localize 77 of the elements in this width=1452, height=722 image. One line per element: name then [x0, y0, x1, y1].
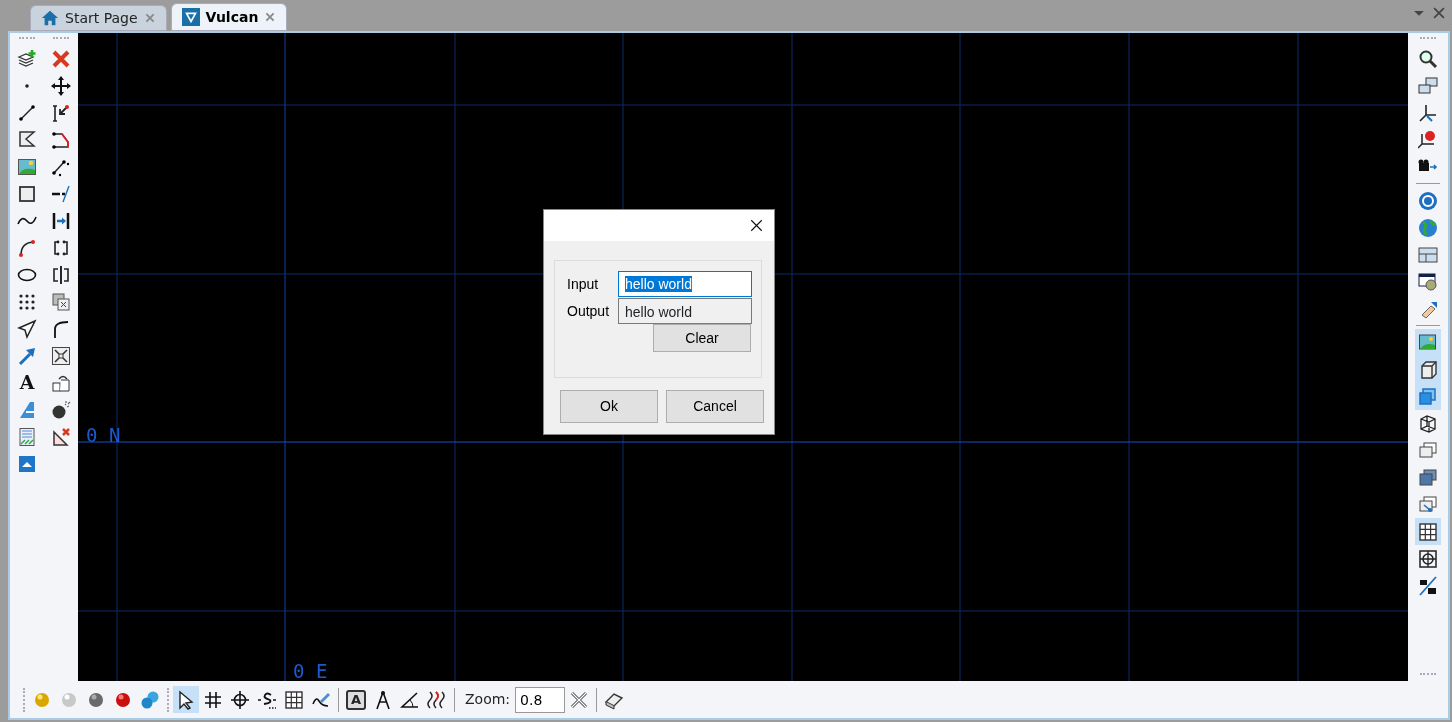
move-icon: [51, 75, 71, 96]
ok-button[interactable]: Ok: [560, 390, 658, 423]
triangle-logo-icon: [181, 8, 200, 26]
tool-button[interactable]: [1415, 329, 1441, 356]
close-icon: [749, 218, 764, 233]
overlap-squares-icon: [1418, 386, 1438, 407]
close-icon: [1432, 6, 1446, 20]
output-label: Output: [567, 302, 610, 321]
hatched-sheet-icon: [17, 426, 37, 447]
output-field: hello world: [618, 298, 752, 324]
compass-icon: [373, 689, 393, 710]
image-icon: [1418, 332, 1438, 353]
delete-icon: [51, 48, 71, 69]
linked-windows-icon: [1418, 494, 1438, 515]
home-icon: [41, 9, 59, 27]
fit-width-icon: [51, 210, 71, 231]
clear-button[interactable]: Clear: [653, 324, 751, 352]
cube-icon: [1418, 359, 1438, 380]
text-tool-glyph: A: [19, 373, 35, 392]
target-icon: [1418, 548, 1438, 569]
north-axis-label: 0 N: [86, 424, 121, 446]
tool-button[interactable]: A: [14, 369, 40, 396]
input-field[interactable]: hello world: [618, 271, 752, 297]
copy-icon: [51, 291, 71, 312]
triangle-delete-icon: [51, 426, 71, 447]
point-icon: [25, 83, 29, 88]
windows-icon: [1418, 75, 1438, 96]
axis-sphere-icon: [1418, 129, 1438, 150]
layers-add-icon: [17, 48, 37, 69]
input-label: Input: [567, 275, 599, 294]
arc-icon: [17, 237, 37, 258]
document-tab[interactable]: Start Page: [30, 5, 167, 31]
zoom-field[interactable]: 0.8: [515, 686, 566, 713]
clear-icon: [569, 689, 590, 710]
crosshair-icon: [230, 689, 250, 710]
mirror-icon: [51, 264, 71, 285]
close-icon: [143, 12, 156, 24]
squiggle-icon: [427, 689, 447, 710]
expand-icon: [51, 345, 71, 366]
close-button[interactable]: [749, 218, 764, 233]
stacked-windows-icon: [1418, 440, 1438, 461]
grid-icon: [284, 689, 304, 710]
polyline-icon: [51, 129, 71, 150]
cut-line-icon: [51, 183, 71, 204]
angle-icon: [400, 689, 420, 710]
window-layout-icon: [1418, 244, 1438, 265]
document-tab[interactable]: Vulcan: [170, 3, 288, 31]
square-icon: [17, 183, 37, 204]
stacked-panels-icon: [1418, 467, 1438, 488]
close-panel-button[interactable]: [1432, 6, 1446, 20]
line-icon: [17, 102, 37, 123]
fillet-icon: [51, 318, 71, 339]
picture-icon: [17, 156, 37, 177]
search-icon: [1418, 48, 1438, 69]
close-icon: [264, 11, 277, 23]
cancel-button[interactable]: Cancel: [666, 390, 764, 423]
bomb-icon: [51, 399, 71, 420]
wireframe-cube-icon: [1418, 413, 1438, 434]
pointer-icon: [17, 318, 37, 339]
grid-icon: [1418, 521, 1438, 542]
axes-icon: [1418, 102, 1438, 123]
circle-badge-icon: [1418, 190, 1438, 211]
scale-icon: [51, 102, 71, 123]
select-arrow-icon: [176, 689, 196, 710]
camera-off-icon: [1418, 575, 1438, 596]
crosshair-grid-icon: [203, 689, 223, 710]
globe-icon: [1418, 217, 1438, 238]
flag-icon: [17, 129, 37, 150]
drawing-canvas[interactable]: 0 N 0 E Input hello world Output hello world Clear Ok Cancel: [78, 33, 1408, 681]
east-axis-label: 0 E: [293, 660, 328, 681]
two-spheres-icon: [140, 689, 160, 710]
wedge-shape-icon: [17, 399, 37, 420]
tool-button[interactable]: [173, 686, 199, 713]
zoom-label: Zoom:: [465, 690, 511, 709]
tool-button[interactable]: [1415, 518, 1441, 545]
arrow-icon: [17, 345, 37, 366]
up-arrow-square-icon: [17, 453, 37, 474]
